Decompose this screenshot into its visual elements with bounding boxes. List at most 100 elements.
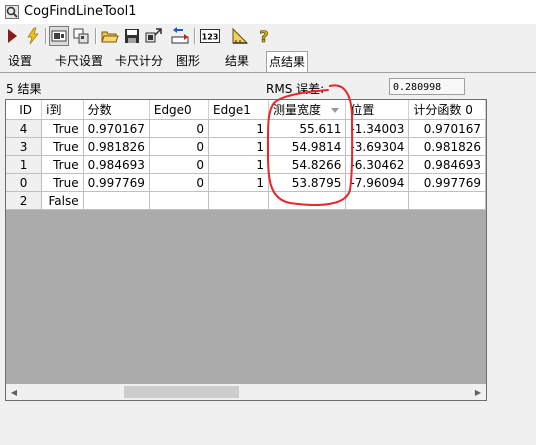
- toolbar-separator: [45, 28, 47, 44]
- image-button[interactable]: [71, 26, 91, 46]
- found-cell: True: [41, 137, 84, 156]
- electric-icon: [27, 27, 39, 45]
- tab-caliper-settings[interactable]: 卡尺设置: [53, 53, 105, 70]
- found-cell: True: [41, 155, 84, 174]
- save-button[interactable]: [122, 26, 142, 46]
- column-header-id[interactable]: ID: [6, 100, 43, 120]
- measured-width-cell: 54.9814: [268, 137, 347, 156]
- save-icon: [125, 29, 139, 43]
- table-row[interactable]: 1 True 0.984693 0 1 54.8266 -6.30462 0.9…: [6, 155, 486, 174]
- scoring-function-cell: [408, 191, 486, 210]
- result-count-label: 5 结果: [6, 82, 42, 96]
- table-row[interactable]: 0 True 0.997769 0 1 53.8795 -7.96094 0.9…: [6, 173, 486, 192]
- tab-point-results[interactable]: 点结果: [266, 51, 309, 72]
- score-cell: 0.981826: [83, 137, 150, 156]
- column-header-score[interactable]: 分数: [83, 100, 150, 120]
- position-cell: [345, 191, 410, 210]
- header-row: ID i到 分数 Edge0 Edge1 测量宽度 位置 计分函数 0: [6, 100, 486, 120]
- edge0-cell: [149, 191, 210, 210]
- export-button[interactable]: [170, 26, 190, 46]
- tab-caliper-scoring[interactable]: 卡尺计分: [113, 53, 165, 70]
- position-cell: -6.30462: [345, 155, 410, 174]
- electric-button[interactable]: [23, 26, 43, 46]
- sort-arrow-icon: [330, 108, 339, 113]
- position-cell: -3.69304: [345, 137, 410, 156]
- edge0-cell: 0: [149, 173, 210, 192]
- open-button[interactable]: [100, 26, 120, 46]
- row-id-cell: 4: [6, 119, 43, 138]
- tool-icon: [5, 5, 19, 19]
- scoring-function-cell: 0.997769: [408, 173, 486, 192]
- toolbar-separator: [194, 28, 196, 44]
- image-icon: [73, 28, 89, 44]
- horizontal-scrollbar[interactable]: ◀ ▶: [6, 384, 486, 400]
- column-header-scoring-function[interactable]: 计分函数 0: [408, 100, 486, 120]
- row-id-cell: 2: [6, 191, 43, 210]
- column-header-position[interactable]: 位置: [345, 100, 410, 120]
- found-cell: True: [41, 173, 84, 192]
- toolbar-separator: [95, 28, 97, 44]
- window-title: CogFindLineTool1: [24, 4, 137, 19]
- help-button[interactable]: ?: [254, 26, 274, 46]
- rms-error-label: RMS 误差:: [266, 82, 325, 96]
- edge0-cell: 0: [149, 119, 210, 138]
- ruler-button[interactable]: [230, 26, 250, 46]
- column-header-found[interactable]: i到: [41, 100, 84, 120]
- title-bar: CogFindLineTool1: [0, 0, 536, 24]
- found-cell: True: [41, 119, 84, 138]
- arrow-right-icon: ▶: [474, 387, 482, 397]
- column-header-label: 测量宽度: [272, 103, 321, 117]
- column-header-measured-width[interactable]: 测量宽度: [268, 100, 347, 120]
- edge1-cell: 1: [208, 119, 269, 138]
- measured-width-cell: 53.8795: [268, 173, 347, 192]
- position-cell: -1.34003: [345, 119, 410, 138]
- scoring-function-cell: 0.970167: [408, 119, 486, 138]
- edge1-cell: 1: [208, 137, 269, 156]
- table-row[interactable]: 2 False: [6, 191, 486, 210]
- scroll-left-button[interactable]: ◀: [6, 384, 22, 400]
- found-cell: False: [41, 191, 84, 210]
- scrollbar-thumb[interactable]: [124, 386, 239, 398]
- score-cell: [83, 191, 150, 210]
- ruler-icon: [232, 27, 249, 44]
- tab-results[interactable]: 结果: [223, 53, 251, 70]
- column-header-edge0[interactable]: Edge0: [149, 100, 210, 120]
- import-button[interactable]: [144, 26, 164, 46]
- row-id-cell: 0: [6, 173, 43, 192]
- svg-text:123: 123: [202, 33, 219, 42]
- score-cell: 0.997769: [83, 173, 150, 192]
- edge0-cell: 0: [149, 155, 210, 174]
- tab-graphics[interactable]: 图形: [174, 53, 202, 70]
- score-cell: 0.970167: [83, 119, 150, 138]
- edge1-cell: 1: [208, 173, 269, 192]
- svg-text:?: ?: [259, 27, 268, 45]
- run-button[interactable]: [2, 26, 22, 46]
- measured-width-cell: 55.611: [268, 119, 347, 138]
- column-header-edge1[interactable]: Edge1: [208, 100, 269, 120]
- measured-width-cell: 54.8266: [268, 155, 347, 174]
- open-folder-icon: [101, 31, 119, 43]
- edge0-cell: 0: [149, 137, 210, 156]
- scoring-function-cell: 0.984693: [408, 155, 486, 174]
- counter-button[interactable]: 123: [199, 26, 221, 46]
- help-icon: ?: [259, 27, 269, 45]
- edge1-cell: [208, 191, 269, 210]
- toolbar: 123 ?: [0, 24, 536, 48]
- display-button[interactable]: [49, 26, 69, 46]
- rms-error-value: 0.280998: [389, 78, 465, 95]
- measured-width-cell: [268, 191, 347, 210]
- scoring-function-cell: 0.981826: [408, 137, 486, 156]
- scroll-right-button[interactable]: ▶: [470, 384, 486, 400]
- table-row[interactable]: 3 True 0.981826 0 1 54.9814 -3.69304 0.9…: [6, 137, 486, 156]
- tab-settings[interactable]: 设置: [6, 53, 34, 70]
- import-icon: [145, 28, 162, 43]
- results-grid[interactable]: ID i到 分数 Edge0 Edge1 测量宽度 位置 计分函数 0 4 Tr…: [5, 99, 487, 401]
- row-id-cell: 1: [6, 155, 43, 174]
- edge1-cell: 1: [208, 155, 269, 174]
- results-table: ID i到 分数 Edge0 Edge1 测量宽度 位置 计分函数 0 4 Tr…: [6, 100, 486, 210]
- table-row[interactable]: 4 True 0.970167 0 1 55.611 -1.34003 0.97…: [6, 119, 486, 138]
- counter-icon: 123: [200, 29, 220, 43]
- row-id-cell: 3: [6, 137, 43, 156]
- run-icon: [8, 29, 17, 43]
- score-cell: 0.984693: [83, 155, 150, 174]
